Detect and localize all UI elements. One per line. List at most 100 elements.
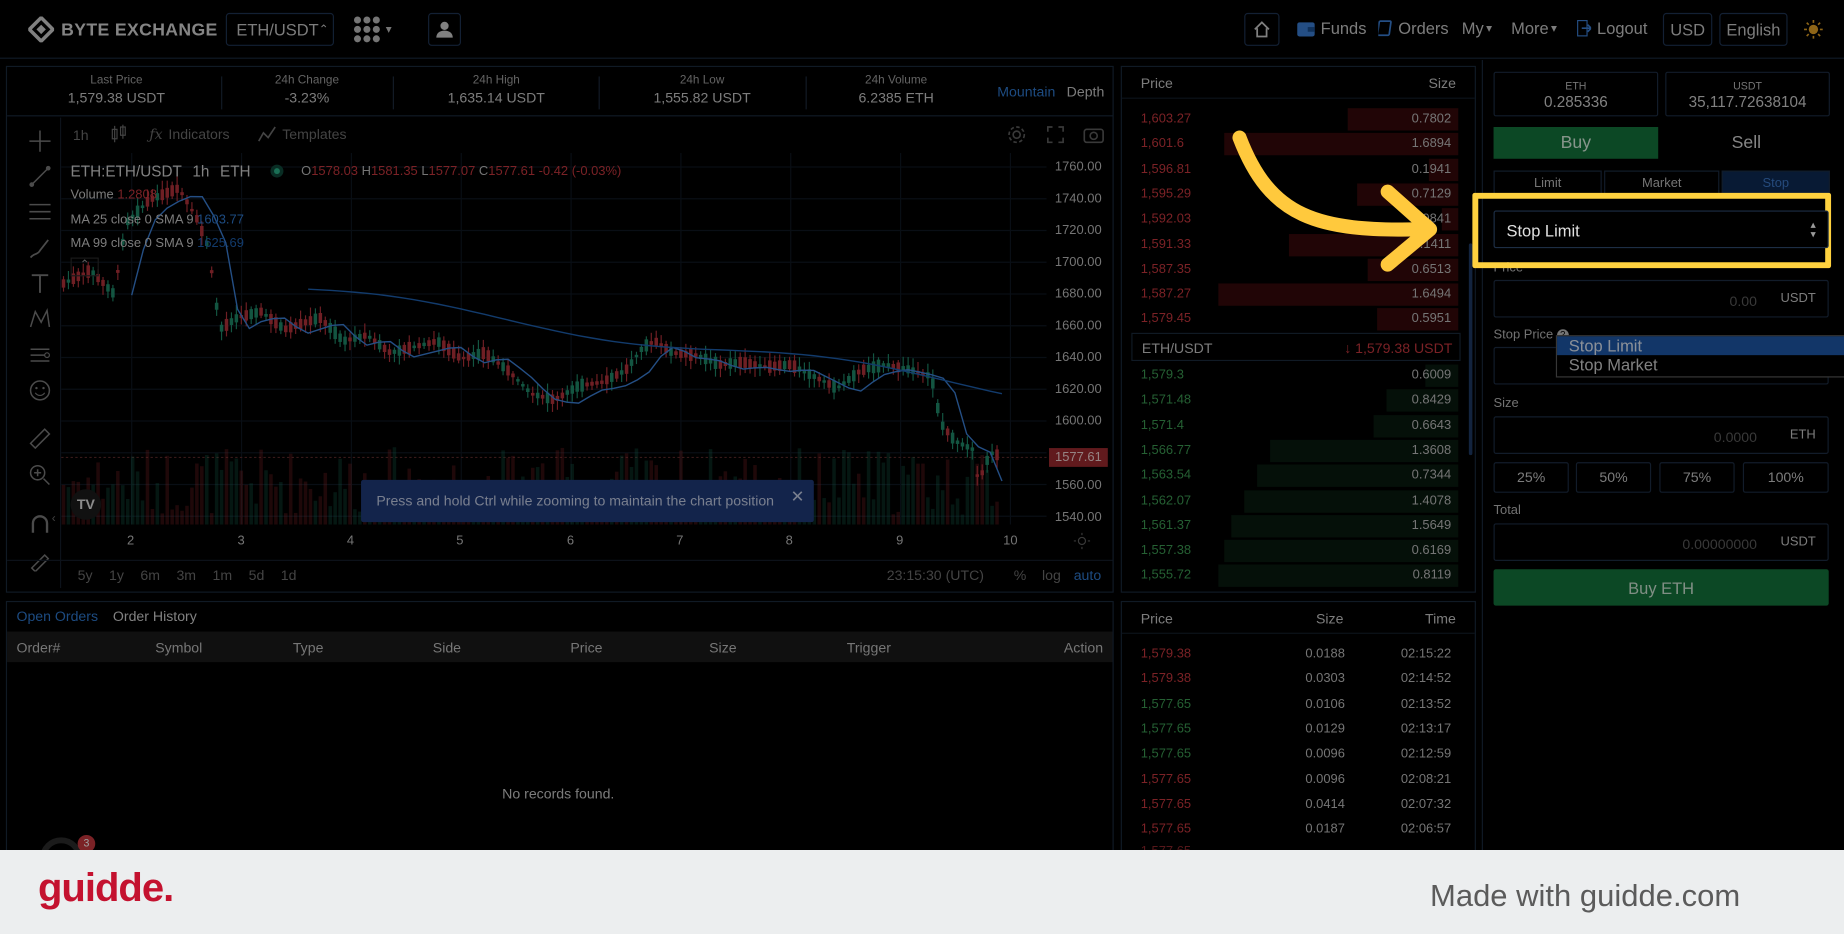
text-icon[interactable] (28, 272, 52, 296)
percent-100-button[interactable]: 100% (1742, 462, 1829, 493)
pattern-icon[interactable] (28, 307, 52, 331)
auto-scale-toggle[interactable]: auto (1074, 567, 1101, 583)
guidde-logo[interactable]: guidde. (38, 866, 174, 911)
y-tick: 1740.00 (1054, 191, 1102, 206)
buy-eth-button[interactable]: Buy ETH (1493, 569, 1829, 606)
crosshair-icon[interactable] (28, 129, 52, 153)
indicators-button[interactable]: ƒx Indicators (149, 126, 229, 142)
stat-value: -3.23% (284, 89, 330, 106)
tab-open-orders[interactable]: Open Orders (16, 608, 98, 624)
zoom-in-icon[interactable] (28, 463, 52, 487)
bid-row[interactable]: 1,562.07 1.4078 (1134, 489, 1459, 514)
apps-menu-button[interactable]: ▾ (353, 15, 392, 43)
gear-icon[interactable] (1007, 125, 1027, 145)
trendline-icon[interactable] (28, 165, 52, 189)
option-stop-limit[interactable]: Stop Limit (1557, 336, 1844, 356)
range-5y[interactable]: 5y (78, 567, 93, 583)
funds-link[interactable]: Funds (1297, 19, 1366, 38)
candle-body (447, 343, 451, 356)
buy-tab[interactable]: Buy (1493, 127, 1659, 159)
range-1m[interactable]: 1m (213, 567, 233, 583)
collapse-legend-button[interactable]: ⌃ (70, 257, 99, 277)
language-select[interactable]: English (1719, 12, 1788, 46)
pair-select[interactable]: ETH/USDT ⌃ (225, 12, 334, 46)
volume-bar (323, 472, 328, 525)
percent-75-button[interactable]: 75% (1659, 462, 1735, 493)
range-1y[interactable]: 1y (109, 567, 124, 583)
bid-row[interactable]: 1,579.3 0.6009 (1134, 363, 1459, 388)
ask-row[interactable]: 1,587.27 1.6494 (1134, 282, 1459, 307)
range-1d[interactable]: 1d (281, 567, 297, 583)
size-input[interactable]: 0.0000 ETH (1493, 416, 1829, 454)
candles-icon[interactable] (111, 124, 127, 144)
orders-link[interactable]: Orders (1378, 19, 1449, 38)
camera-icon[interactable] (1083, 126, 1104, 144)
bid-row[interactable]: 1,571.4 0.6643 (1134, 413, 1459, 438)
logout-link[interactable]: Logout (1577, 19, 1647, 38)
sell-tab[interactable]: Sell (1663, 127, 1830, 159)
tradingview-logo-icon[interactable]: TV (70, 489, 102, 520)
bid-row[interactable]: 1,563.54 0.7344 (1134, 464, 1459, 489)
stop-type-select[interactable]: Stop Limit ▴ ▾ (1493, 210, 1829, 249)
x-tick: 9 (896, 533, 904, 549)
candle-body (209, 270, 214, 274)
scroll-left-icon[interactable]: ‹ (52, 513, 56, 526)
bid-row[interactable]: 1,566.77 1.3608 (1134, 439, 1459, 464)
y-tick: 1760.00 (1054, 159, 1102, 175)
range-3m[interactable]: 3m (176, 567, 196, 583)
candle-body (328, 322, 332, 333)
tab-order-history[interactable]: Order History (113, 608, 197, 624)
percent-50-button[interactable]: 50% (1575, 462, 1652, 493)
close-icon[interactable]: ✕ (791, 487, 805, 507)
ma99-label: MA 99 close 0 SMA 9 (70, 236, 194, 251)
currency-select[interactable]: USD (1662, 12, 1713, 46)
volume-bar (931, 508, 935, 525)
bid-row[interactable]: 1,561.37 1.5649 (1134, 514, 1459, 539)
more-menu[interactable]: More ▾ (1511, 19, 1557, 38)
stop-type-value: Stop Limit (1506, 221, 1580, 240)
guidde-tagline[interactable]: Made with guidde.com (1430, 878, 1740, 914)
theme-toggle[interactable] (1804, 19, 1823, 45)
x-tick: 4 (346, 533, 355, 549)
bid-row[interactable]: 1,571.48 0.8429 (1134, 388, 1459, 413)
y-tick: 1640.00 (1054, 350, 1102, 365)
bid-row[interactable]: 1,555.72 0.8119 (1134, 564, 1459, 589)
ruler-icon[interactable] (28, 427, 52, 451)
emoji-icon[interactable] (28, 379, 52, 403)
row-size: 1.6494 (1411, 287, 1452, 302)
percent-scale-toggle[interactable]: % (1014, 567, 1027, 583)
brush-icon[interactable] (28, 236, 52, 260)
candle-body (985, 455, 989, 465)
logo[interactable]: BYTE EXCHANGE (28, 16, 217, 43)
percent-25-button[interactable]: 25% (1493, 462, 1569, 493)
bid-row[interactable]: 1,557.38 0.6169 (1134, 539, 1459, 564)
chevron-down-icon: ▾ (1486, 21, 1493, 35)
templates-button[interactable]: Templates (258, 126, 347, 142)
candle-body (387, 349, 392, 355)
log-scale-toggle[interactable]: log (1042, 567, 1061, 583)
magnet-icon[interactable] (28, 513, 52, 537)
fullscreen-icon[interactable] (1047, 126, 1065, 144)
volume-bar (881, 462, 886, 525)
range-5d[interactable]: 5d (249, 567, 265, 583)
ask-row[interactable]: 1,579.45 0.5951 (1134, 307, 1459, 332)
my-menu[interactable]: My ▾ (1462, 19, 1492, 38)
prediction-icon[interactable] (28, 343, 52, 367)
fib-retracement-icon[interactable] (28, 200, 52, 224)
settings-sun-icon[interactable] (1073, 532, 1091, 550)
row-price: 1,579.3 (1140, 368, 1184, 383)
price-chart[interactable] (61, 152, 1047, 525)
total-input[interactable]: 0.00000000 USDT (1493, 523, 1829, 561)
tab-mountain[interactable]: Mountain (997, 83, 1055, 99)
candle-body (249, 309, 253, 320)
home-button[interactable] (1244, 12, 1280, 46)
interval-selector[interactable]: 1h (73, 127, 89, 143)
option-stop-market[interactable]: Stop Market (1557, 355, 1844, 375)
account-button[interactable] (428, 12, 461, 46)
candle-body (995, 449, 999, 461)
candle-body (782, 361, 787, 370)
range-6m[interactable]: 6m (140, 567, 160, 583)
tab-depth[interactable]: Depth (1067, 83, 1105, 99)
row-size: 0.8119 (1412, 568, 1452, 583)
price-input[interactable]: 0.00 USDT (1493, 279, 1829, 318)
